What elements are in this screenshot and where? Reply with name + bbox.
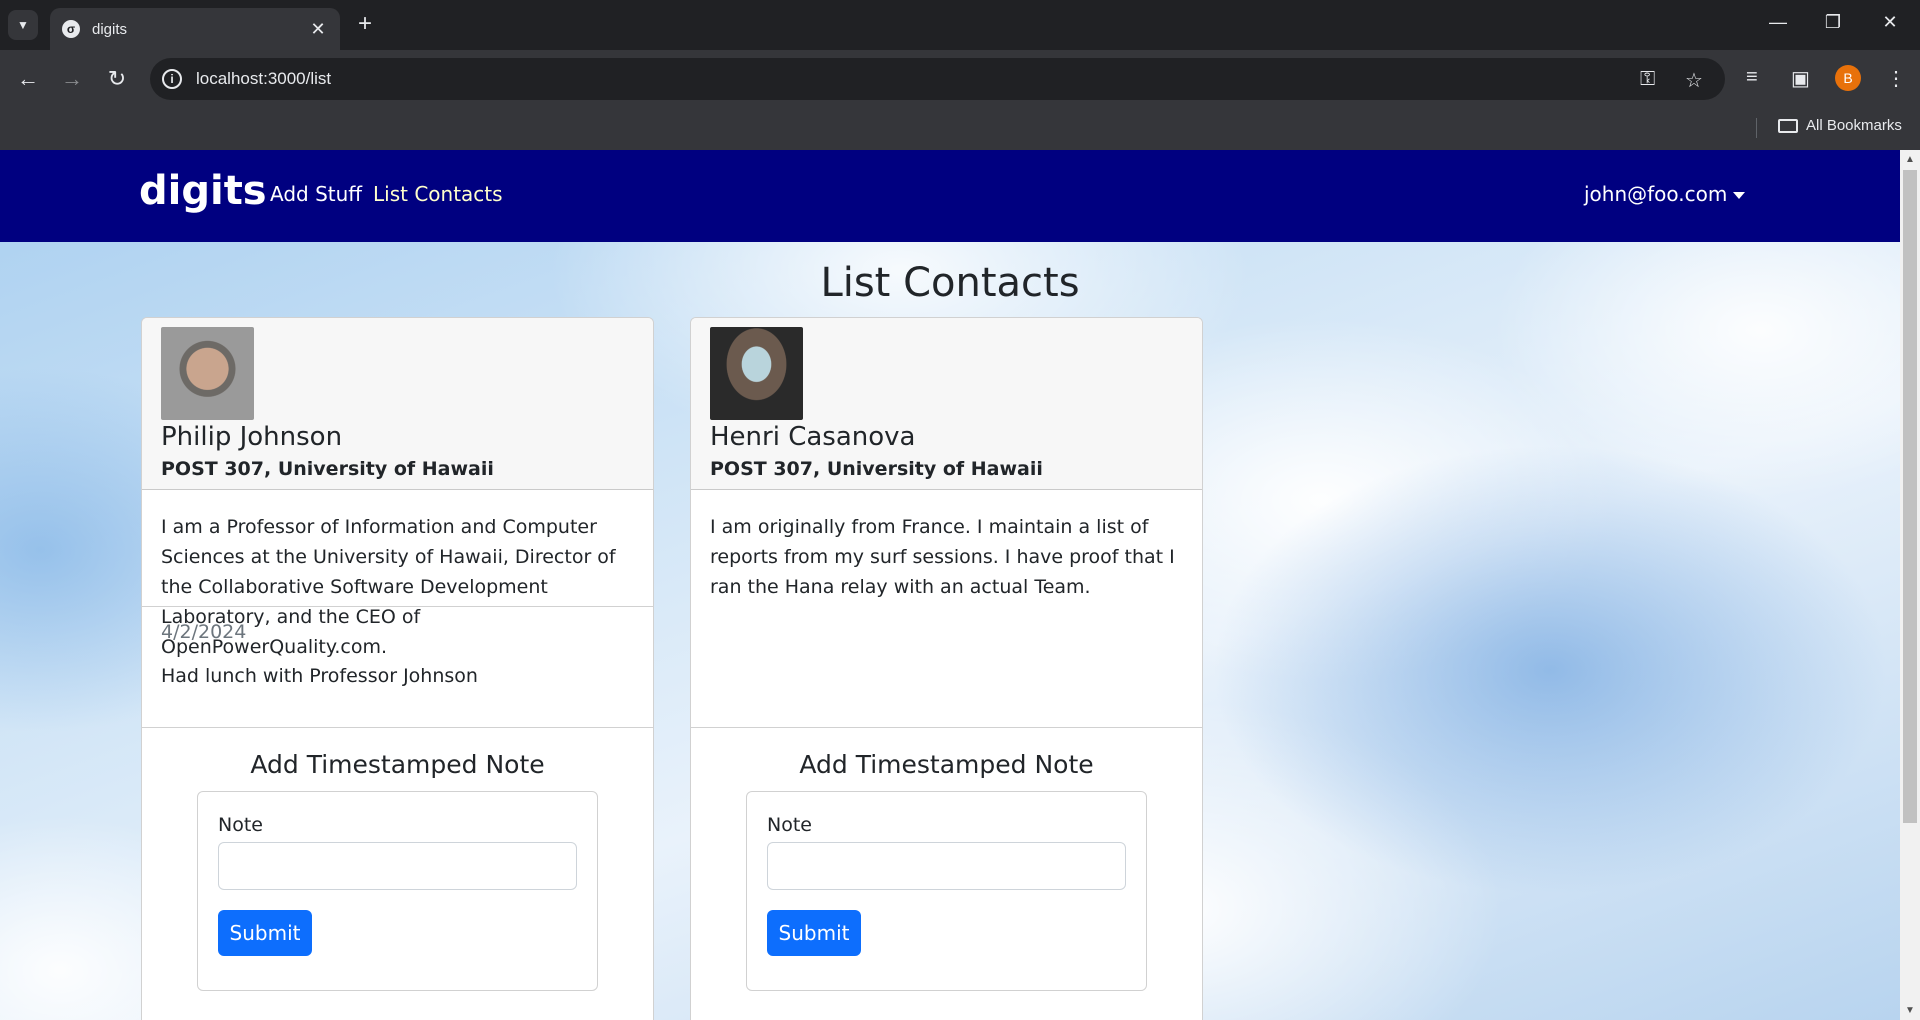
note-form: Note Submit [197,791,598,991]
scroll-up-icon[interactable]: ▲ [1905,154,1915,165]
contact-name: Henri Casanova [710,422,916,452]
note-input[interactable] [767,842,1126,890]
add-note-title: Add Timestamped Note [799,750,1094,779]
site-info-icon[interactable]: i [162,69,182,89]
caret-down-icon [1733,192,1746,199]
page-scrollbar[interactable]: ▲ ▼ [1900,150,1920,1020]
contact-address: POST 307, University of Hawaii [710,458,1043,480]
brand-logo[interactable]: digits [139,168,267,214]
restore-icon[interactable]: ❐ [1819,12,1847,33]
chevron-down-icon: ▼ [17,18,29,32]
bookmarks-bar: All Bookmarks [0,108,1920,150]
site-navbar: digits Add Stuff List Contacts john@foo.… [0,150,1900,242]
add-note-title: Add Timestamped Note [250,750,545,779]
profile-avatar[interactable]: B [1835,65,1861,91]
contact-photo [710,327,803,420]
note-input[interactable] [218,842,577,890]
password-key-icon[interactable]: ⚿ [1640,68,1655,91]
add-note-section: Add Timestamped Note Note Submit [691,727,1202,991]
bookmarks-divider [1756,118,1757,138]
address-bar[interactable]: i localhost:3000/list ⚿ ☆ [150,58,1725,100]
minimize-icon[interactable]: — [1764,12,1792,33]
scroll-down-icon[interactable]: ▼ [1905,1005,1915,1016]
folder-icon [1778,119,1798,133]
nav-list-contacts[interactable]: List Contacts [373,182,503,206]
contact-address: POST 307, University of Hawaii [161,458,494,480]
media-control-icon[interactable]: ≡ [1746,66,1758,89]
tab-bar: ▼ σ digits ✕ + — ❐ ✕ [0,0,1920,50]
note-form: Note Submit [746,791,1147,991]
menu-kebab-icon[interactable]: ⋮ [1886,66,1906,91]
user-email: john@foo.com [1584,182,1728,206]
note-text: Had lunch with Professor Johnson [161,665,478,687]
contact-description: I am a Professor of Information and Comp… [161,516,616,658]
contact-card: Henri Casanova POST 307, University of H… [690,317,1203,1020]
page-viewport: digits Add Stuff List Contacts john@foo.… [0,150,1900,1020]
contact-photo [161,327,254,420]
card-header: Henri Casanova POST 307, University of H… [691,318,1202,490]
note-label: Note [767,814,812,836]
contact-description: I am originally from France. I maintain … [710,516,1175,598]
forward-icon[interactable]: → [57,64,87,94]
page-title: List Contacts [820,260,1080,306]
user-dropdown[interactable]: john@foo.com [1584,182,1746,206]
submit-button[interactable]: Submit [218,910,312,956]
all-bookmarks-button[interactable]: All Bookmarks [1806,117,1902,134]
side-panel-icon[interactable]: ▣ [1791,66,1810,91]
tab-title: digits [92,20,128,38]
browser-tab[interactable]: σ digits ✕ [50,8,340,50]
close-window-icon[interactable]: ✕ [1876,12,1904,33]
reload-icon[interactable]: ↻ [102,64,132,94]
card-header: Philip Johnson POST 307, University of H… [142,318,653,490]
empty-notes-area [691,606,1202,727]
contact-card: Philip Johnson POST 307, University of H… [141,317,654,1020]
scroll-thumb[interactable] [1903,170,1917,823]
contact-name: Philip Johnson [161,422,343,452]
new-tab-button[interactable]: + [352,12,378,38]
bookmark-star-icon[interactable]: ☆ [1685,68,1703,93]
nav-add-stuff[interactable]: Add Stuff [270,182,362,206]
submit-button[interactable]: Submit [767,910,861,956]
browser-toolbar: ← → ↻ i localhost:3000/list ⚿ ☆ ≡ ▣ B ⋮ [0,50,1920,108]
add-note-section: Add Timestamped Note Note Submit [142,727,653,991]
tab-search-button[interactable]: ▼ [8,10,38,40]
back-icon[interactable]: ← [13,64,43,94]
close-icon[interactable]: ✕ [308,19,328,40]
note-label: Note [218,814,263,836]
url-text: localhost:3000/list [196,69,332,88]
favicon-icon: σ [62,20,80,38]
